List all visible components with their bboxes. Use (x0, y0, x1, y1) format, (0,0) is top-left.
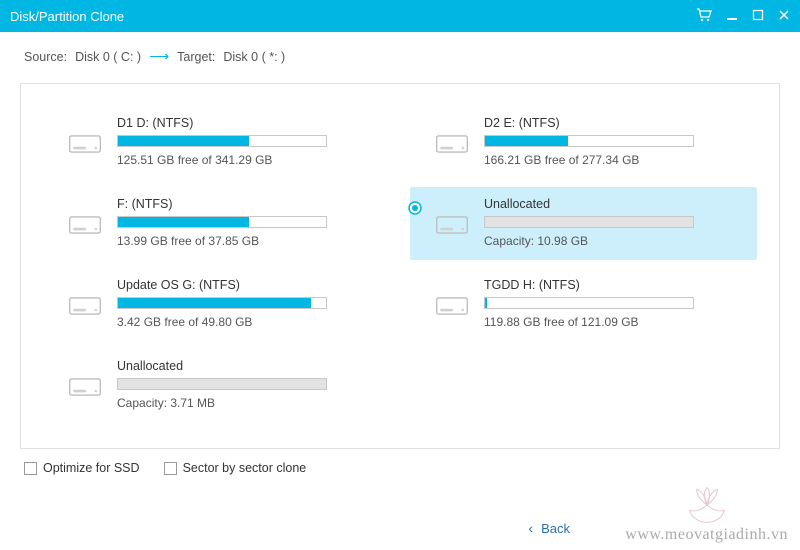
partition-subtext: 13.99 GB free of 37.85 GB (117, 234, 380, 248)
partition-item[interactable]: Unallocated Capacity: 3.71 MB (43, 349, 390, 422)
usage-bar-fill (485, 136, 568, 146)
partition-subtext: 119.88 GB free of 121.09 GB (484, 315, 747, 329)
partition-body: Unallocated Capacity: 3.71 MB (117, 359, 380, 410)
partition-panel: D1 D: (NTFS)125.51 GB free of 341.29 GBD… (20, 83, 780, 449)
partition-body: TGDD H: (NTFS) 119.88 GB free of 121.09 G… (484, 278, 747, 329)
source-target-row: Source: Disk 0 ( C: ) ⟶ Target: Disk 0 (… (0, 32, 800, 75)
disk-icon (67, 130, 103, 163)
partition-body: D2 E: (NTFS) 166.21 GB free of 277.34 GB (484, 116, 747, 167)
back-label: Back (541, 521, 570, 536)
usage-bar-fill (118, 217, 249, 227)
partition-subtext: 166.21 GB free of 277.34 GB (484, 153, 747, 167)
sector-clone-checkbox[interactable]: Sector by sector clone (164, 461, 307, 475)
options-row: Optimize for SSD Sector by sector clone (0, 449, 800, 475)
watermark: www.meovatgiadinh.vn (625, 484, 788, 544)
usage-bar-fill (118, 298, 311, 308)
partition-name: Unallocated (117, 359, 380, 373)
disk-icon (67, 211, 103, 244)
target-value: Disk 0 ( *: ) (223, 50, 285, 64)
target-label: Target: (177, 50, 215, 64)
partition-subtext: Capacity: 3.71 MB (117, 396, 380, 410)
source-value: Disk 0 ( C: ) (75, 50, 141, 64)
radio-selected-icon (408, 201, 422, 215)
partition-body: Unallocated Capacity: 10.98 GB (484, 197, 747, 248)
partition-body: Update OS G: (NTFS) 3.42 GB free of 49.80… (117, 278, 380, 329)
usage-bar (117, 135, 327, 147)
disk-icon (434, 130, 470, 163)
optimize-ssd-checkbox[interactable]: Optimize for SSD (24, 461, 140, 475)
partition-name: F: (NTFS) (117, 197, 380, 211)
partition-item[interactable]: Unallocated Capacity: 10.98 GB (410, 187, 757, 260)
close-icon[interactable] (778, 9, 790, 24)
usage-bar (484, 297, 694, 309)
partition-item[interactable]: D1 D: (NTFS) 125.51 GB free of 341.29 GB (43, 106, 390, 179)
partition-name: Unallocated (484, 197, 747, 211)
partition-body: D1 D: (NTFS) 125.51 GB free of 341.29 GB (117, 116, 380, 167)
partition-subtext: Capacity: 10.98 GB (484, 234, 747, 248)
partition-name: Update OS G: (NTFS) (117, 278, 380, 292)
disk-icon (434, 292, 470, 325)
source-label: Source: (24, 50, 67, 64)
usage-bar (117, 378, 327, 390)
usage-bar (484, 135, 694, 147)
usage-bar-fill (485, 298, 487, 308)
back-button[interactable]: ‹ Back (528, 520, 570, 536)
disk-icon (434, 211, 470, 244)
partition-item[interactable]: D2 E: (NTFS) 166.21 GB free of 277.34 GB (410, 106, 757, 179)
minimize-icon[interactable] (726, 9, 738, 24)
partition-name: D2 E: (NTFS) (484, 116, 747, 130)
window-controls (696, 8, 790, 25)
window-title: Disk/Partition Clone (10, 9, 696, 24)
watermark-text: www.meovatgiadinh.vn (625, 526, 788, 544)
partition-item[interactable]: F: (NTFS) 13.99 GB free of 37.85 GB (43, 187, 390, 260)
chevron-left-icon: ‹ (528, 520, 533, 536)
partition-name: TGDD H: (NTFS) (484, 278, 747, 292)
partition-name: D1 D: (NTFS) (117, 116, 380, 130)
arrow-right-icon: ⟶ (149, 48, 169, 65)
maximize-icon[interactable] (752, 9, 764, 24)
sector-clone-label: Sector by sector clone (183, 461, 307, 475)
titlebar: Disk/Partition Clone (0, 0, 800, 32)
usage-bar (117, 297, 327, 309)
usage-bar-fill (118, 136, 249, 146)
partition-subtext: 125.51 GB free of 341.29 GB (117, 153, 380, 167)
optimize-ssd-label: Optimize for SSD (43, 461, 140, 475)
usage-bar (484, 216, 694, 228)
usage-bar (117, 216, 327, 228)
cart-icon[interactable] (696, 8, 712, 25)
checkbox-box-icon (164, 462, 177, 475)
disk-icon (67, 373, 103, 406)
checkbox-box-icon (24, 462, 37, 475)
partition-item[interactable]: TGDD H: (NTFS) 119.88 GB free of 121.09 G… (410, 268, 757, 341)
partition-item[interactable]: Update OS G: (NTFS) 3.42 GB free of 49.80… (43, 268, 390, 341)
partition-subtext: 3.42 GB free of 49.80 GB (117, 315, 380, 329)
partition-body: F: (NTFS) 13.99 GB free of 37.85 GB (117, 197, 380, 248)
lotus-icon (681, 484, 733, 526)
disk-icon (67, 292, 103, 325)
